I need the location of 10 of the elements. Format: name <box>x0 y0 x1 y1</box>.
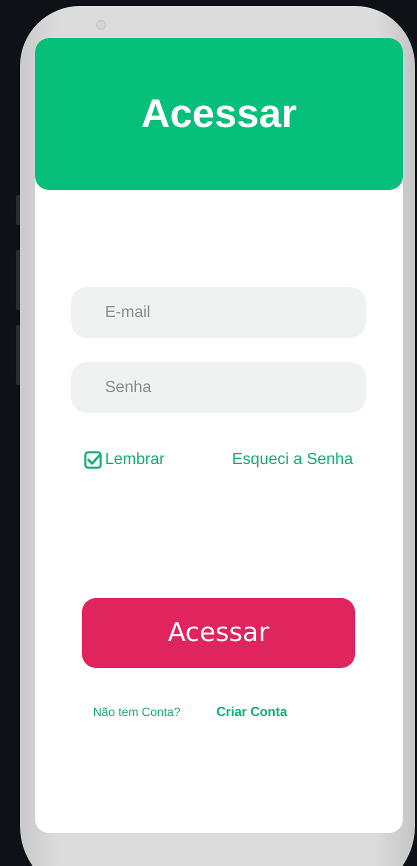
create-account-link[interactable]: Criar Conta <box>216 704 288 719</box>
page-title: Acessar <box>141 92 297 136</box>
signup-prompt: Não tem Conta? <box>93 704 180 718</box>
login-button[interactable]: Acessar <box>82 598 355 668</box>
input-field[interactable]: E-mail <box>71 287 366 338</box>
remember-checkbox[interactable]: Lembrar <box>84 451 232 469</box>
checkbox-icon[interactable] <box>84 451 102 469</box>
forgot-password-link[interactable]: Esqueci a Senha <box>232 451 353 469</box>
camera-icon <box>96 20 106 30</box>
input-field[interactable]: Senha <box>71 362 366 413</box>
